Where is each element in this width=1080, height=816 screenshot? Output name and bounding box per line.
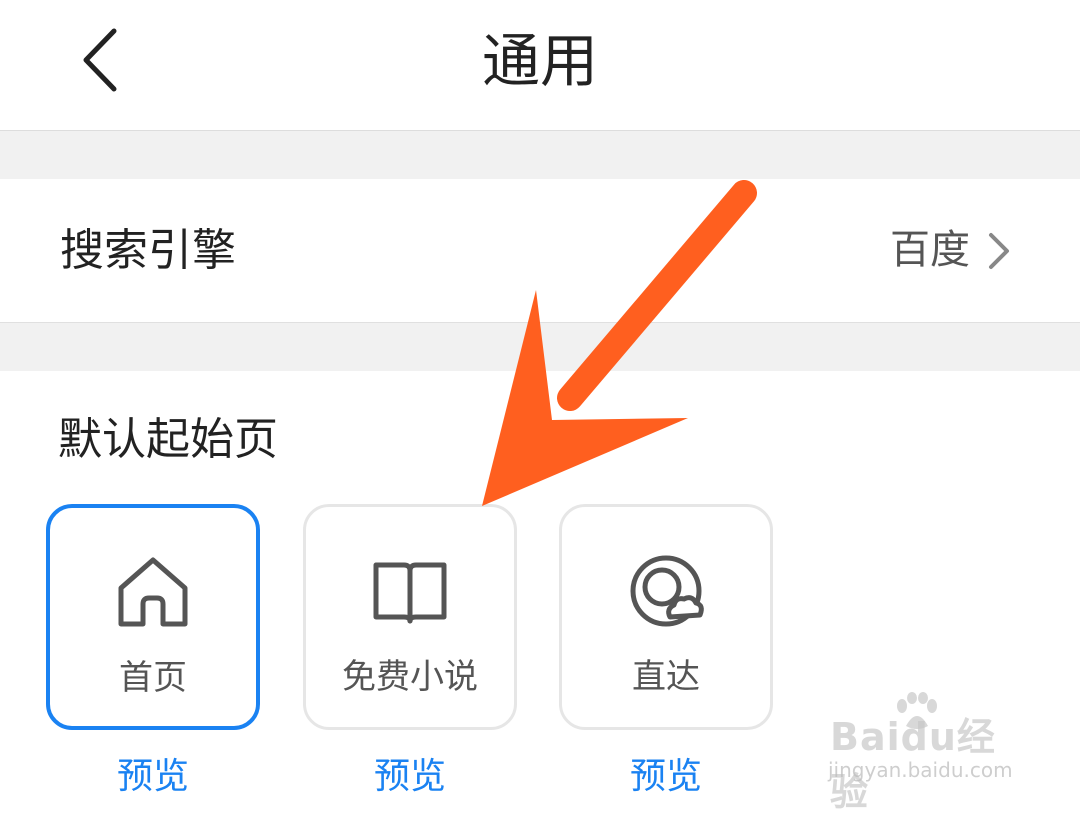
start-option-free-novels[interactable]: 免费小说 [303, 504, 517, 730]
direct-icon [630, 555, 704, 627]
chevron-right-icon [989, 233, 1009, 269]
search-engine-row[interactable]: 搜索引擎 百度 [0, 179, 1080, 323]
start-option-direct[interactable]: 直达 [559, 504, 773, 730]
home-icon [118, 557, 188, 627]
search-engine-label: 搜索引擎 [60, 225, 236, 276]
watermark: Baidu经验 jingyan.baidu.com [822, 692, 1032, 814]
section-divider [0, 131, 1080, 179]
top-bar: 通用 [0, 0, 1080, 131]
preview-link-direct[interactable]: 预览 [559, 747, 773, 799]
book-icon [373, 562, 447, 624]
watermark-url: jingyan.baidu.com [828, 758, 1013, 782]
option-label: 首页 [119, 658, 187, 698]
preview-link-home[interactable]: 预览 [46, 747, 260, 799]
option-label: 免费小说 [342, 657, 478, 697]
section-title: 默认起始页 [58, 414, 278, 465]
search-engine-value: 百度 [890, 227, 970, 273]
page-title: 通用 [481, 27, 598, 95]
option-label: 直达 [632, 657, 700, 697]
start-option-home[interactable]: 首页 [46, 504, 260, 730]
section-divider [0, 323, 1080, 371]
preview-link-free-novels[interactable]: 预览 [303, 747, 517, 799]
